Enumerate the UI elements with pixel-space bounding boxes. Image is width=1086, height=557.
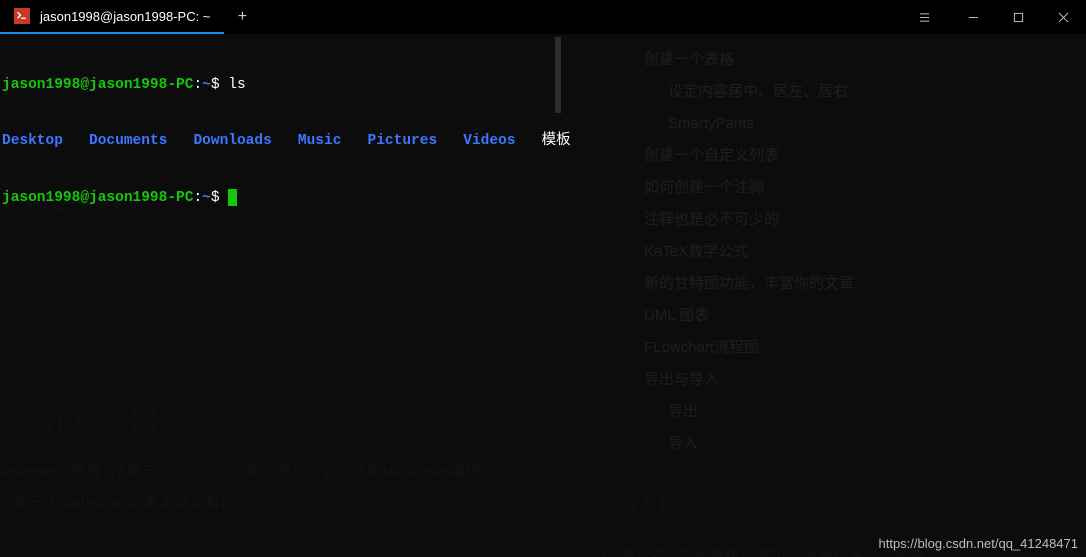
dir-downloads: Downloads bbox=[193, 132, 271, 151]
dir-pictures: Pictures bbox=[368, 132, 438, 151]
command-ls: ls bbox=[228, 76, 245, 95]
dir-desktop: Desktop bbox=[2, 132, 63, 151]
ls-output: Desktop Documents Downloads Music Pictur… bbox=[2, 132, 1084, 151]
menu-button[interactable] bbox=[902, 0, 947, 34]
prompt-user: jason1998@jason1998-PC bbox=[2, 76, 193, 95]
dir-documents: Documents bbox=[89, 132, 167, 151]
terminal-tab[interactable]: jason1998@jason1998-PC: ~ bbox=[0, 0, 224, 34]
toc-item: 新的甘特图功能，丰富你的文章 bbox=[644, 268, 1070, 300]
toc-item: 导出 bbox=[644, 396, 1070, 428]
maximize-button[interactable] bbox=[996, 0, 1041, 34]
window-controls bbox=[902, 0, 1086, 34]
new-tab-button[interactable]: + bbox=[224, 0, 260, 34]
prompt-line-1: jason1998@jason1998-PC:~$ ls bbox=[2, 76, 1084, 95]
toc-item: 导出与导入 bbox=[644, 364, 1070, 396]
prompt-line-2: jason1998@jason1998-PC:~$ bbox=[2, 189, 1084, 208]
toc-item: KaTeX数学公式 bbox=[644, 236, 1070, 268]
bg-heading-right: 操作符&& bbox=[600, 478, 1070, 518]
window-titlebar: jason1998@jason1998-PC: ~ + bbox=[0, 0, 1086, 34]
terminal-icon bbox=[14, 8, 30, 24]
toc-item: UML 图表 bbox=[644, 300, 1070, 332]
bg-heading-left: down编辑器 bbox=[0, 400, 157, 440]
close-button[interactable] bbox=[1041, 0, 1086, 34]
dir-template: 模板 bbox=[542, 132, 571, 151]
dir-music: Music bbox=[298, 132, 342, 151]
cursor bbox=[228, 189, 237, 206]
tab-title: jason1998@jason1998-PC: ~ bbox=[40, 9, 210, 24]
terminal-output[interactable]: jason1998@jason1998-PC:~$ ls Desktop Doc… bbox=[0, 34, 1086, 230]
bg-para-1: arkdown编辑器" 所展示的欢迎页。如果你想学习如何使用Markdown编辑 bbox=[0, 458, 480, 488]
scrollbar-thumb[interactable] bbox=[555, 37, 561, 113]
toc-item: FLowchart流程图 bbox=[644, 332, 1070, 364]
bg-para-2: 了解一下Markdown的基本语法知识。 bbox=[0, 488, 480, 518]
dir-videos: Videos bbox=[463, 132, 515, 151]
minimize-button[interactable] bbox=[951, 0, 996, 34]
toc-item: 导入 bbox=[644, 428, 1070, 460]
watermark-url: https://blog.csdn.net/qq_41248471 bbox=[879, 536, 1079, 551]
prompt-path: ~ bbox=[202, 76, 211, 95]
